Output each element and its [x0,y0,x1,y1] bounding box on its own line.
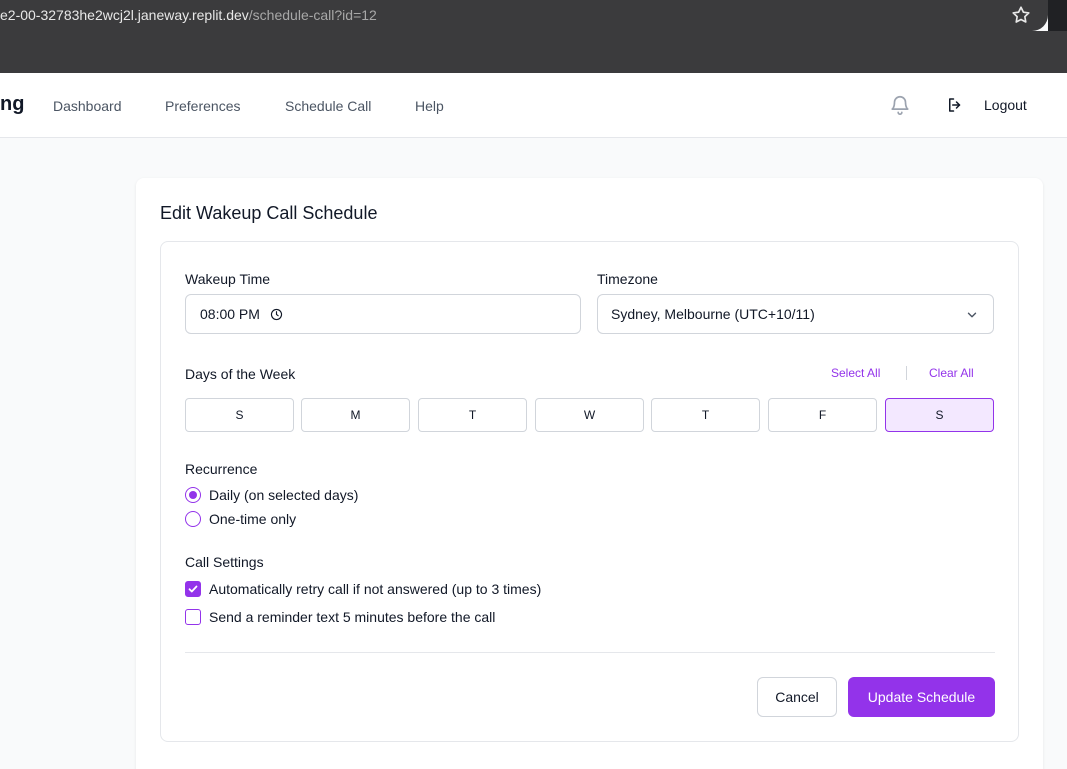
logout-button[interactable]: Logout [946,95,1027,115]
page-title: Edit Wakeup Call Schedule [160,203,378,223]
select-all-button[interactable]: Select All [831,366,880,380]
retry-checkbox[interactable] [185,581,201,597]
day-toggle-wednesday[interactable]: W [535,398,644,432]
radio-dot [189,491,197,499]
divider [906,366,907,380]
timezone-label: Timezone [597,271,658,287]
day-toggle-friday[interactable]: F [768,398,877,432]
window-edge [1048,0,1067,31]
day-toggle-saturday[interactable]: S [885,398,994,432]
radio-unselected[interactable] [185,511,201,527]
reminder-checkbox[interactable] [185,609,201,625]
recurrence-option-daily[interactable]: Daily (on selected days) [185,487,358,503]
day-toggle-tuesday[interactable]: T [418,398,527,432]
url-path: /schedule-call?id=12 [248,7,377,23]
schedule-form: Wakeup Time 08:00 PM Timezone Sydney, Me… [160,241,1019,742]
clear-all-button[interactable]: Clear All [929,366,974,380]
browser-toolbar-area [0,31,1067,73]
timezone-select[interactable]: Sydney, Melbourne (UTC+10/11) [597,294,994,334]
radio-selected[interactable] [185,487,201,503]
address-bar[interactable]: e2-00-32783he2wcj2l.janeway.replit.dev/s… [0,0,1048,31]
schedule-card: Edit Wakeup Call Schedule Wakeup Time 08… [136,178,1043,769]
recurrence-one-time-label: One-time only [209,511,297,527]
nav-link-help[interactable]: Help [415,98,444,114]
form-divider [185,652,995,653]
clock-icon[interactable] [270,308,283,321]
wakeup-time-input[interactable]: 08:00 PM [185,294,581,334]
update-schedule-button[interactable]: Update Schedule [848,677,995,717]
day-toggle-monday[interactable]: M [301,398,410,432]
bookmark-star-icon[interactable] [1010,4,1032,26]
chevron-down-icon [967,312,977,318]
nav-link-preferences[interactable]: Preferences [165,98,240,114]
nav-link-dashboard[interactable]: Dashboard [53,98,122,114]
url-text[interactable]: e2-00-32783he2wcj2l.janeway.replit.dev/s… [0,7,377,23]
retry-call-option[interactable]: Automatically retry call if not answered… [185,581,541,597]
reminder-text-label: Send a reminder text 5 minutes before th… [209,609,496,625]
wakeup-time-value: 08:00 PM [200,306,260,322]
top-navbar: ng Dashboard Preferences Schedule Call H… [0,73,1067,138]
logout-label: Logout [984,97,1027,113]
call-settings-label: Call Settings [185,554,264,570]
recurrence-option-one-time[interactable]: One-time only [185,511,296,527]
cancel-button[interactable]: Cancel [757,677,837,717]
reminder-text-option[interactable]: Send a reminder text 5 minutes before th… [185,609,495,625]
recurrence-label: Recurrence [185,461,258,477]
logout-icon [949,98,961,112]
timezone-value: Sydney, Melbourne (UTC+10/11) [611,306,815,322]
day-toggle-thursday[interactable]: T [651,398,760,432]
checkmark-icon [188,585,198,593]
wakeup-time-label: Wakeup Time [185,271,271,287]
brand-logo[interactable]: ng [0,93,24,116]
day-toggle-sunday[interactable]: S [185,398,294,432]
recurrence-daily-label: Daily (on selected days) [209,487,359,503]
notification-bell-icon[interactable] [889,93,911,117]
days-of-week-label: Days of the Week [185,366,296,382]
retry-call-label: Automatically retry call if not answered… [209,581,542,597]
url-host: e2-00-32783he2wcj2l.janeway.replit.dev [0,7,249,23]
nav-link-schedule-call[interactable]: Schedule Call [285,98,371,114]
